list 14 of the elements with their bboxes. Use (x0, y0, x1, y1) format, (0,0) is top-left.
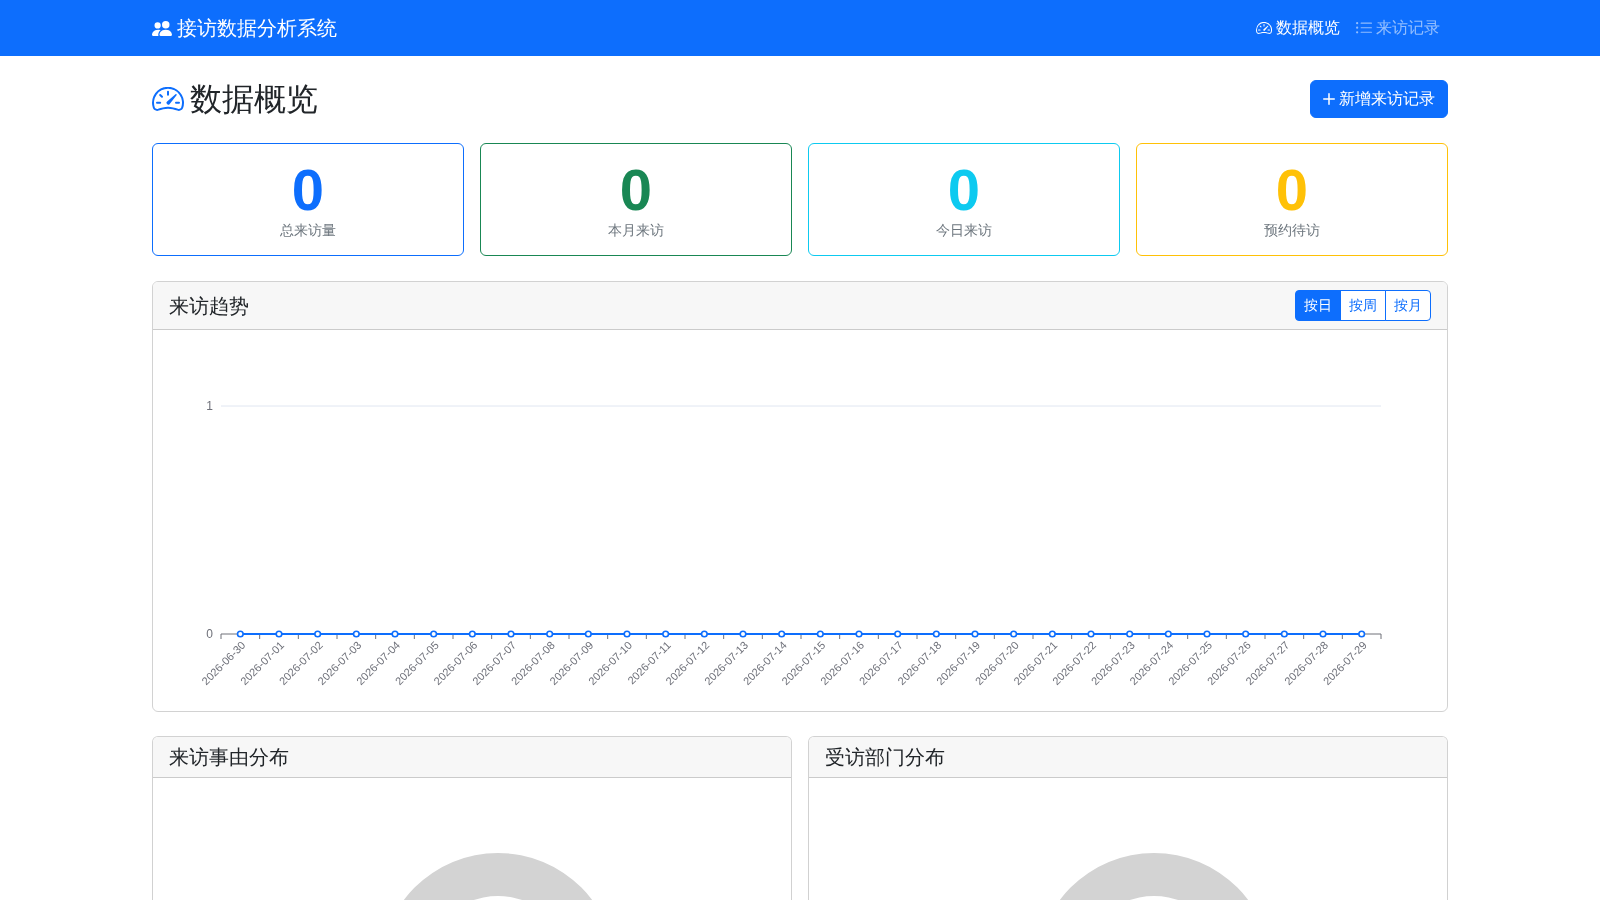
y-axis-label: 0 (206, 627, 213, 641)
stat-value: 0 (291, 161, 325, 219)
stat-label: 今日来访 (936, 221, 992, 240)
card-title: 来访趋势 (169, 293, 249, 318)
stat-label: 本月来访 (608, 221, 664, 240)
stat-value: 0 (1275, 161, 1309, 219)
card-title: 来访事由分布 (169, 745, 289, 769)
page-title: 数据概览 (190, 80, 318, 118)
card-title: 受访部门分布 (825, 745, 945, 769)
stat-value: 0 (619, 161, 653, 219)
stat-label: 总来访量 (280, 221, 336, 240)
stat-label: 预约待访 (1264, 221, 1320, 240)
y-axis-label: 1 (206, 399, 213, 413)
stat-value: 0 (947, 161, 981, 219)
